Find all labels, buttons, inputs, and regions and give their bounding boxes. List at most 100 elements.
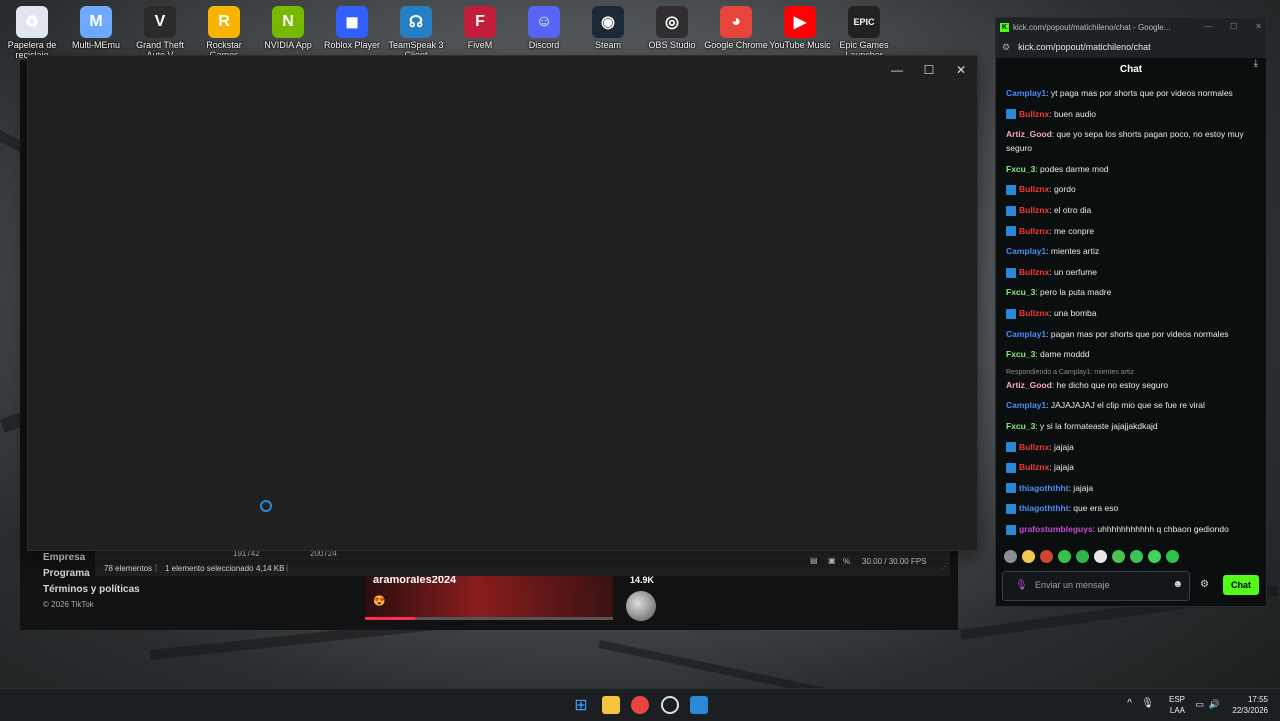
volume-icon[interactable]: 🔊	[1209, 699, 1220, 710]
desktop-icon[interactable]: M Multi-MEmu	[64, 4, 128, 58]
list-view-icon[interactable]: ▤	[810, 556, 818, 565]
desktop-icon[interactable]: ☺ Discord	[512, 4, 576, 58]
chat-username[interactable]: Fxcu_3	[1006, 349, 1035, 359]
desktop-icon[interactable]: ◼ Roblox Player	[320, 4, 384, 58]
minimize-button[interactable]: —	[881, 56, 913, 84]
obs-icon[interactable]	[661, 696, 679, 714]
desktop-icon[interactable]: ◎ OBS Studio	[640, 4, 704, 58]
chat-message[interactable]: Camplay1: mientes artiz	[1006, 244, 1256, 258]
desktop-icon[interactable]: RRockstar Games Launcher	[192, 4, 256, 58]
chat-username[interactable]: Camplay1	[1006, 400, 1046, 410]
chat-message[interactable]: Bullznx: una bomba	[1006, 306, 1256, 320]
chat-header: Chat	[1119, 64, 1143, 75]
emote-icon[interactable]	[1076, 550, 1089, 563]
desktop-icon[interactable]: ◕ Google Chrome	[704, 4, 768, 58]
chat-username[interactable]: Bullznx	[1019, 462, 1049, 472]
paint-icon[interactable]	[690, 696, 708, 714]
clock-time[interactable]: 17:55	[1248, 695, 1268, 704]
tray-chevron-icon[interactable]: ^	[1127, 698, 1132, 709]
minimize-button[interactable]: —	[1204, 18, 1212, 36]
chat-message[interactable]: grafostumbleguys: uhhhhhhhhhhh q chbaon …	[1006, 522, 1256, 536]
chat-message[interactable]: Fxcu_3: dame moddd	[1006, 347, 1256, 361]
start-windows-icon[interactable]: ⊞	[572, 696, 590, 714]
chat-username[interactable]: thiagoththht	[1019, 503, 1069, 513]
chat-message[interactable]: Fxcu_3: pero la puta madre	[1006, 285, 1256, 299]
chat-username[interactable]: Camplay1	[1006, 246, 1046, 256]
emote-icon[interactable]	[1022, 550, 1035, 563]
emote-icon[interactable]	[1130, 550, 1143, 563]
chat-message[interactable]: thiagoththht: jajaja	[1006, 481, 1256, 495]
address-bar[interactable]: ⚙ kick.com/popout/matichileno/chat ⤓	[996, 36, 1266, 69]
chat-message[interactable]: Bullznx: gordo	[1006, 182, 1256, 196]
chat-username[interactable]: Artiz_Good	[1006, 129, 1052, 139]
clock-date[interactable]: 22/3/2026	[1232, 706, 1268, 715]
chat-username[interactable]: Camplay1	[1006, 329, 1046, 339]
chat-message[interactable]: Camplay1: yt paga mas por shorts que por…	[1006, 86, 1256, 100]
desktop-icon[interactable]: V Grand Theft Auto V	[128, 4, 192, 58]
desktop-icon[interactable]: F FiveM	[448, 4, 512, 58]
desktop-icon[interactable]: ☊ TeamSpeak 3 Client	[384, 4, 448, 58]
file-explorer-icon[interactable]	[602, 696, 620, 714]
video-progress-bar[interactable]	[365, 617, 613, 620]
microphone-tray-icon[interactable]: 🎙	[1141, 698, 1154, 709]
gear-icon[interactable]: ⚙	[1200, 579, 1209, 590]
chat-username[interactable]: Bullznx	[1019, 184, 1049, 194]
chat-message[interactable]: Bullznx: el otro dia	[1006, 203, 1256, 217]
desktop-icon[interactable]: N NVIDIA App	[256, 4, 320, 58]
site-settings-icon[interactable]: ⚙	[1002, 42, 1010, 53]
emote-icon[interactable]	[1004, 550, 1017, 563]
emoji-icon[interactable]: ☻	[1172, 579, 1183, 590]
chat-message[interactable]: Bullznx: jajaja	[1006, 460, 1256, 474]
details-view-icon[interactable]: ▣	[828, 556, 836, 565]
chat-message[interactable]: Camplay1: JAJAJAJAJ el clip mio que se f…	[1006, 398, 1256, 412]
emote-icon[interactable]	[1166, 550, 1179, 563]
chat-message[interactable]: Bullznx: me conpre	[1006, 224, 1256, 238]
chat-message[interactable]: Camplay1: pagan mas por shorts que por v…	[1006, 327, 1256, 341]
chat-username[interactable]: Fxcu_3	[1006, 164, 1035, 174]
desktop-icon[interactable]: ◉ Steam	[576, 4, 640, 58]
chat-username[interactable]: Bullznx	[1019, 267, 1049, 277]
chat-username[interactable]: Bullznx	[1019, 109, 1049, 119]
chat-input[interactable]: 🎙 Enviar un mensaje ☻	[1002, 571, 1190, 601]
chat-message[interactable]: Bullznx: buen audio	[1006, 107, 1256, 121]
chat-message[interactable]: Fxcu_3: y si la formateaste jajajjakdkaj…	[1006, 419, 1256, 433]
maximize-button[interactable]: ☐	[1230, 18, 1237, 36]
emote-icon[interactable]	[1058, 550, 1071, 563]
chat-message[interactable]: thiagoththht: que era eso	[1006, 501, 1256, 515]
microphone-icon[interactable]: 🎙	[1015, 580, 1028, 591]
desktop-icon[interactable]: ♻ Papelera de reciclaje	[0, 4, 64, 58]
emote-icon[interactable]	[1112, 550, 1125, 563]
download-icon[interactable]: ⤓	[1254, 58, 1258, 69]
close-button[interactable]: ✕	[1255, 18, 1262, 36]
emote-icon[interactable]	[1040, 550, 1053, 563]
emote-icon[interactable]	[1094, 550, 1107, 563]
network-icon[interactable]: ▭	[1195, 699, 1204, 710]
desktop-icon[interactable]: ▶ YouTube Music	[768, 4, 832, 58]
chat-username[interactable]: Fxcu_3	[1006, 287, 1035, 297]
close-button[interactable]: ✕	[945, 56, 977, 84]
chat-username[interactable]: Bullznx	[1019, 226, 1049, 236]
chat-message[interactable]: Fxcu_3: podes darme mod	[1006, 162, 1256, 176]
chat-username[interactable]: Bullznx	[1019, 442, 1049, 452]
chat-message[interactable]: Bullznx: jajaja	[1006, 440, 1256, 454]
chat-username[interactable]: grafostumbleguys	[1019, 524, 1093, 534]
chat-message-text: : mientes artiz	[1046, 246, 1100, 257]
send-chat-button[interactable]: Chat	[1223, 575, 1259, 595]
chat-message[interactable]: Artiz_Good: he dicho que no estoy seguro	[1006, 378, 1256, 392]
language-indicator[interactable]: ESP	[1169, 695, 1185, 704]
chat-username[interactable]: thiagoththht	[1019, 483, 1069, 493]
avatar[interactable]	[626, 591, 656, 621]
chat-message[interactable]: Artiz_Good: que yo sepa los shorts pagan…	[1006, 127, 1256, 155]
chat-username[interactable]: Camplay1	[1006, 88, 1046, 98]
resize-grip-icon[interactable]: ⋰	[941, 562, 949, 571]
footer-link-terms[interactable]: Términos y políticas	[43, 584, 140, 595]
chat-message[interactable]: Bullznx: un oerfume	[1006, 265, 1256, 279]
chrome-icon[interactable]	[631, 696, 649, 714]
desktop-icon[interactable]: EPIC Epic Games Launcher	[832, 4, 896, 58]
chat-username[interactable]: Fxcu_3	[1006, 421, 1035, 431]
emote-icon[interactable]	[1148, 550, 1161, 563]
chat-username[interactable]: Artiz_Good	[1006, 380, 1052, 390]
chat-username[interactable]: Bullznx	[1019, 205, 1049, 215]
maximize-button[interactable]: ☐	[913, 56, 945, 84]
chat-username[interactable]: Bullznx	[1019, 308, 1049, 318]
